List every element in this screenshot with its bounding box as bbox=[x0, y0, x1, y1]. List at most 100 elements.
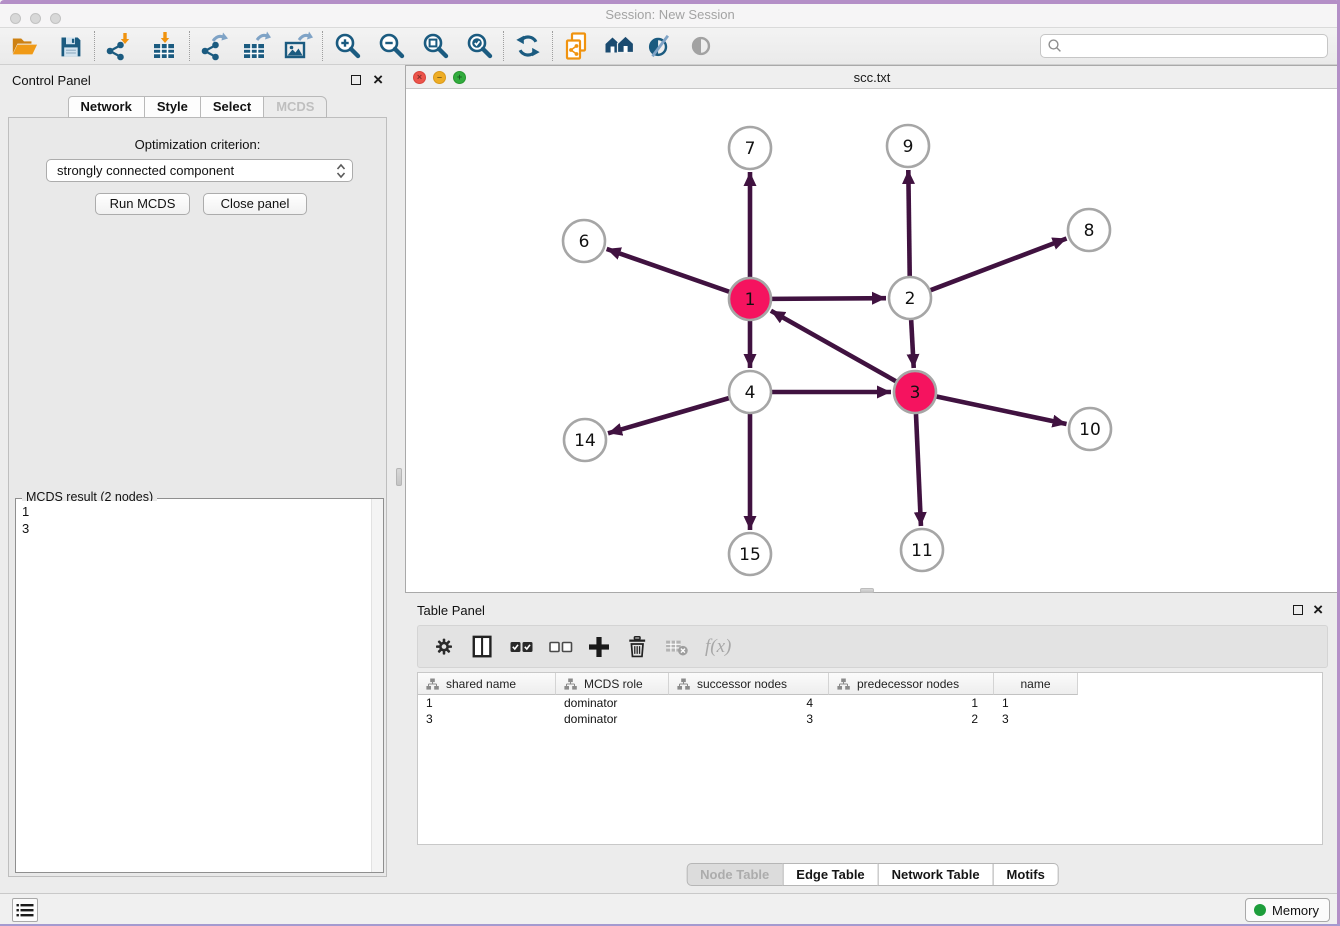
float-table-panel-icon[interactable] bbox=[1293, 605, 1303, 615]
import-table-icon[interactable] bbox=[149, 30, 181, 62]
delete-column-icon[interactable] bbox=[625, 632, 649, 662]
table-cell[interactable]: dominator bbox=[556, 711, 669, 727]
import-network-icon[interactable] bbox=[103, 30, 135, 62]
column-header-predecessor-nodes[interactable]: predecessor nodes bbox=[829, 673, 994, 695]
tab-motifs[interactable]: Motifs bbox=[993, 863, 1059, 886]
close-panel-button[interactable]: Close panel bbox=[203, 193, 307, 215]
zoom-out-icon[interactable] bbox=[375, 30, 407, 62]
search-input[interactable] bbox=[1063, 36, 1327, 56]
export-image-icon[interactable] bbox=[282, 30, 314, 62]
table-row[interactable]: 1dominator411 bbox=[418, 695, 1322, 711]
table-cell[interactable]: 2 bbox=[829, 711, 994, 727]
table-row[interactable]: 3dominator323 bbox=[418, 711, 1322, 727]
session-title: Session: New Session bbox=[0, 0, 1340, 28]
optimization-criterion-select[interactable]: strongly connected component bbox=[46, 159, 353, 182]
memory-status-icon bbox=[1254, 904, 1266, 916]
graph-edge-1-6[interactable] bbox=[607, 249, 730, 292]
refresh-view-icon[interactable] bbox=[512, 30, 544, 62]
list-icon bbox=[16, 903, 34, 918]
column-header-successor-nodes[interactable]: successor nodes bbox=[669, 673, 829, 695]
table-toolbar: f(x) bbox=[417, 625, 1328, 668]
graph-node-label: 8 bbox=[1084, 221, 1095, 241]
table-panel-header: Table Panel × bbox=[405, 595, 1340, 625]
float-panel-icon[interactable] bbox=[351, 75, 361, 85]
tab-select[interactable]: Select bbox=[200, 96, 264, 118]
graph-edge-3-1[interactable] bbox=[771, 311, 896, 381]
graph-edge-4-14[interactable] bbox=[608, 398, 729, 433]
show-panels-button[interactable] bbox=[12, 898, 38, 922]
table-tabs: Node Table Edge Table Network Table Moti… bbox=[686, 863, 1059, 886]
graph-node-label: 4 bbox=[745, 383, 756, 403]
network-view-window: × – + scc.txt 7968124314101511 bbox=[405, 65, 1339, 593]
table-options-icon[interactable] bbox=[432, 632, 456, 662]
table-cell[interactable]: 3 bbox=[994, 711, 1078, 727]
function-builder-icon: f(x) bbox=[705, 632, 731, 662]
table-cell[interactable]: 1 bbox=[829, 695, 994, 711]
toggle-graphics-details-icon[interactable] bbox=[643, 30, 675, 62]
control-panel-header: Control Panel × bbox=[0, 65, 395, 95]
graph-canvas[interactable]: 7968124314101511 bbox=[406, 90, 1338, 592]
search-box[interactable] bbox=[1040, 34, 1328, 58]
column-header-mcds-role[interactable]: MCDS role bbox=[556, 673, 669, 695]
search-icon bbox=[1047, 38, 1063, 54]
table-cell[interactable]: 3 bbox=[669, 711, 829, 727]
tab-style[interactable]: Style bbox=[144, 96, 201, 118]
table-cell[interactable]: 4 bbox=[669, 695, 829, 711]
graph-node-label: 3 bbox=[910, 383, 921, 403]
close-table-panel-icon[interactable]: × bbox=[1313, 605, 1323, 615]
zoom-in-icon[interactable] bbox=[331, 30, 363, 62]
column-header-name[interactable]: name bbox=[994, 673, 1078, 695]
tab-mcds[interactable]: MCDS bbox=[263, 96, 327, 118]
tab-node-table[interactable]: Node Table bbox=[686, 863, 783, 886]
toolbar-separator bbox=[322, 31, 323, 61]
close-panel-icon[interactable]: × bbox=[373, 75, 383, 85]
window-resize-handle[interactable] bbox=[860, 588, 874, 593]
tab-network[interactable]: Network bbox=[68, 96, 145, 118]
run-mcds-button[interactable]: Run MCDS bbox=[95, 193, 190, 215]
graph-node-label: 10 bbox=[1079, 420, 1101, 440]
column-type-icon bbox=[426, 678, 439, 690]
app-titlebar: Session: New Session bbox=[0, 0, 1340, 28]
column-type-icon bbox=[677, 678, 690, 690]
export-network-icon[interactable] bbox=[198, 30, 230, 62]
control-panel-title: Control Panel bbox=[12, 73, 91, 88]
first-neighbors-icon[interactable] bbox=[603, 30, 635, 62]
graph-node-label: 6 bbox=[579, 232, 590, 252]
graph-edge-1-2[interactable] bbox=[772, 298, 886, 299]
tab-edge-table[interactable]: Edge Table bbox=[782, 863, 878, 886]
result-value: 1 bbox=[22, 503, 370, 520]
result-scrollbar[interactable] bbox=[371, 499, 383, 872]
panel-resize-handle[interactable] bbox=[396, 468, 402, 486]
memory-button[interactable]: Memory bbox=[1245, 898, 1330, 922]
open-file-icon[interactable] bbox=[8, 30, 40, 62]
table-cell[interactable]: dominator bbox=[556, 695, 669, 711]
save-session-icon[interactable] bbox=[54, 30, 86, 62]
table-cell[interactable]: 1 bbox=[994, 695, 1078, 711]
graph-edge-2-8[interactable] bbox=[931, 239, 1067, 291]
tab-network-table[interactable]: Network Table bbox=[878, 863, 994, 886]
graph-edge-2-3[interactable] bbox=[911, 320, 914, 368]
graph-edge-3-10[interactable] bbox=[937, 397, 1067, 424]
optimization-criterion-label: Optimization criterion: bbox=[9, 137, 386, 152]
table-header-row: shared name MCDS role successor nodes pr… bbox=[418, 673, 1322, 695]
table-cell[interactable]: 1 bbox=[418, 695, 556, 711]
graph-edge-2-9[interactable] bbox=[908, 170, 909, 276]
zoom-fit-icon[interactable] bbox=[419, 30, 451, 62]
graph-node-label: 7 bbox=[745, 139, 756, 159]
table-cell[interactable]: 3 bbox=[418, 711, 556, 727]
deselect-all-icon[interactable] bbox=[549, 632, 573, 662]
clone-network-icon[interactable] bbox=[561, 30, 593, 62]
show-columns-icon[interactable] bbox=[471, 632, 495, 662]
birds-eye-view-icon[interactable] bbox=[685, 30, 717, 62]
table-panel-title: Table Panel bbox=[417, 603, 485, 618]
zoom-selected-icon[interactable] bbox=[463, 30, 495, 62]
graph-node-label: 2 bbox=[905, 289, 916, 309]
mcds-result-text[interactable]: 1 3 bbox=[17, 501, 370, 871]
control-panel: Control Panel × Network Style Select MCD… bbox=[0, 65, 395, 893]
select-all-icon[interactable] bbox=[510, 632, 534, 662]
column-header-shared-name[interactable]: shared name bbox=[418, 673, 556, 695]
new-column-icon[interactable] bbox=[588, 632, 610, 662]
graph-edge-3-11[interactable] bbox=[916, 414, 921, 526]
fx-label: f(x) bbox=[705, 636, 731, 658]
export-table-icon[interactable] bbox=[240, 30, 272, 62]
